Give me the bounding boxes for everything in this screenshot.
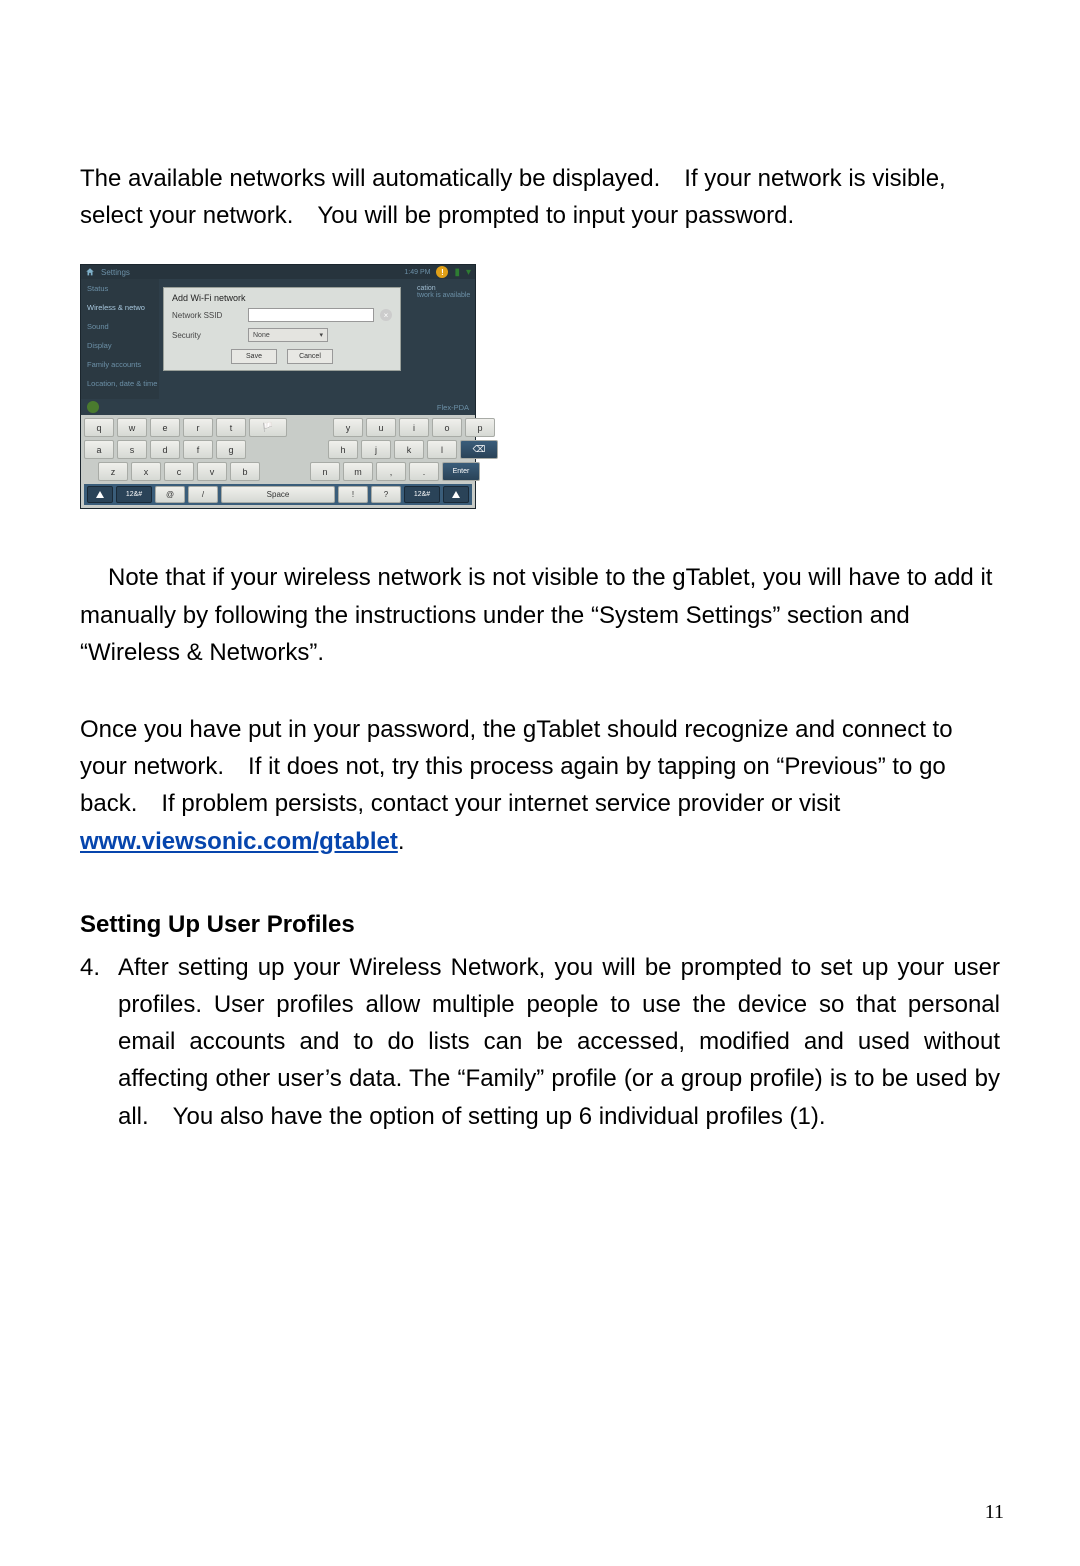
key-numbers-left[interactable]: 12&# — [116, 486, 152, 503]
key-s[interactable]: s — [117, 440, 147, 459]
main-panel: Add Wi-Fi network Network SSID × Securit… — [159, 279, 475, 399]
intro-paragraph: The available networks will automaticall… — [80, 160, 1000, 234]
onscreen-keyboard: q w e r t 🏳️ y u i o p a s d f g h — [81, 415, 475, 508]
key-period[interactable]: . — [409, 462, 439, 481]
key-o[interactable]: o — [432, 418, 462, 437]
shift-icon — [96, 491, 104, 498]
wifi-icon: ▾ — [466, 267, 471, 278]
ssid-label: Network SSID — [172, 311, 242, 320]
key-shift-left[interactable] — [87, 486, 113, 503]
key-c[interactable]: c — [164, 462, 194, 481]
key-e[interactable]: e — [150, 418, 180, 437]
sidebar-item-location[interactable]: Location, date & time — [81, 374, 159, 393]
key-language[interactable]: 🏳️ — [249, 418, 287, 437]
connect-paragraph: Once you have put in your password, the … — [80, 711, 1000, 860]
key-shift-right[interactable] — [443, 486, 469, 503]
settings-sidebar: Status Wireless & netwo Sound Display Fa… — [81, 279, 159, 399]
notification-title-fragment: cation — [417, 285, 471, 292]
notification-icon[interactable]: ! — [436, 266, 448, 278]
viewsonic-link[interactable]: www.viewsonic.com/gtablet — [80, 828, 398, 855]
connect-text-a: Once you have put in your password, the … — [80, 716, 953, 817]
key-a[interactable]: a — [84, 440, 114, 459]
key-h[interactable]: h — [328, 440, 358, 459]
key-d[interactable]: d — [150, 440, 180, 459]
home-icon[interactable] — [85, 267, 95, 277]
notification-subtitle-fragment: twork is available — [417, 292, 471, 299]
key-backspace[interactable]: ⌫ — [460, 440, 498, 459]
key-slash[interactable]: / — [188, 486, 218, 503]
key-k[interactable]: k — [394, 440, 424, 459]
security-select[interactable]: None ▾ — [248, 328, 328, 342]
right-info-panel: cation twork is available — [413, 279, 475, 399]
ssid-input[interactable] — [248, 308, 374, 322]
cancel-button[interactable]: Cancel — [287, 349, 333, 364]
battery-icon: ▮ — [454, 267, 460, 278]
shift-icon — [452, 491, 460, 498]
chevron-down-icon: ▾ — [319, 331, 323, 339]
flexpda-label: Flex-PDA — [437, 403, 469, 412]
key-j[interactable]: j — [361, 440, 391, 459]
key-b[interactable]: b — [230, 462, 260, 481]
keyboard-gap — [249, 440, 325, 457]
key-f[interactable]: f — [183, 440, 213, 459]
key-numbers-right[interactable]: 12&# — [404, 486, 440, 503]
clock: 1:49 PM — [404, 269, 430, 276]
key-n[interactable]: n — [310, 462, 340, 481]
keyboard-gap — [290, 418, 330, 435]
key-enter[interactable]: Enter — [442, 462, 480, 481]
list-number: 4. — [80, 949, 118, 1135]
sidebar-item-sound[interactable]: Sound — [81, 317, 159, 336]
key-v[interactable]: v — [197, 462, 227, 481]
key-q[interactable]: q — [84, 418, 114, 437]
note-paragraph: Note that if your wireless network is no… — [80, 559, 1000, 671]
page-dot-icon — [87, 401, 99, 413]
key-y[interactable]: y — [333, 418, 363, 437]
key-space[interactable]: Space — [221, 486, 335, 503]
add-wifi-dialog: Add Wi-Fi network Network SSID × Securit… — [163, 287, 401, 371]
key-comma[interactable]: , — [376, 462, 406, 481]
security-label: Security — [172, 331, 242, 340]
section-heading: Setting Up User Profiles — [80, 906, 1000, 943]
key-w[interactable]: w — [117, 418, 147, 437]
sidebar-item-wireless[interactable]: Wireless & netwo — [81, 298, 159, 317]
key-t[interactable]: t — [216, 418, 246, 437]
numbered-item-4: 4. After setting up your Wireless Networ… — [80, 949, 1000, 1135]
key-g[interactable]: g — [216, 440, 246, 459]
dialog-title: Add Wi-Fi network — [164, 288, 400, 305]
key-u[interactable]: u — [366, 418, 396, 437]
key-i[interactable]: i — [399, 418, 429, 437]
sidebar-item-display[interactable]: Display — [81, 336, 159, 355]
key-at[interactable]: @ — [155, 486, 185, 503]
key-l[interactable]: l — [427, 440, 457, 459]
key-m[interactable]: m — [343, 462, 373, 481]
key-p[interactable]: p — [465, 418, 495, 437]
sidebar-item-status[interactable]: Status — [81, 279, 159, 298]
sidebar-item-family[interactable]: Family accounts — [81, 355, 159, 374]
connect-text-b: . — [398, 828, 405, 855]
clear-input-icon[interactable]: × — [380, 309, 392, 321]
key-x[interactable]: x — [131, 462, 161, 481]
list-text: After setting up your Wireless Network, … — [118, 949, 1000, 1135]
topbar-title: Settings — [101, 268, 130, 277]
key-question[interactable]: ? — [371, 486, 401, 503]
status-bar: Settings 1:49 PM ! ▮ ▾ — [81, 265, 475, 279]
keyboard-gap — [263, 462, 307, 479]
key-r[interactable]: r — [183, 418, 213, 437]
save-button[interactable]: Save — [231, 349, 277, 364]
key-z[interactable]: z — [98, 462, 128, 481]
security-value: None — [253, 332, 270, 339]
embedded-screenshot: Settings 1:49 PM ! ▮ ▾ Status Wireless &… — [80, 264, 476, 509]
key-exclaim[interactable]: ! — [338, 486, 368, 503]
page-number: 11 — [985, 1501, 1004, 1524]
page-indicator-strip: Flex-PDA — [81, 399, 475, 415]
